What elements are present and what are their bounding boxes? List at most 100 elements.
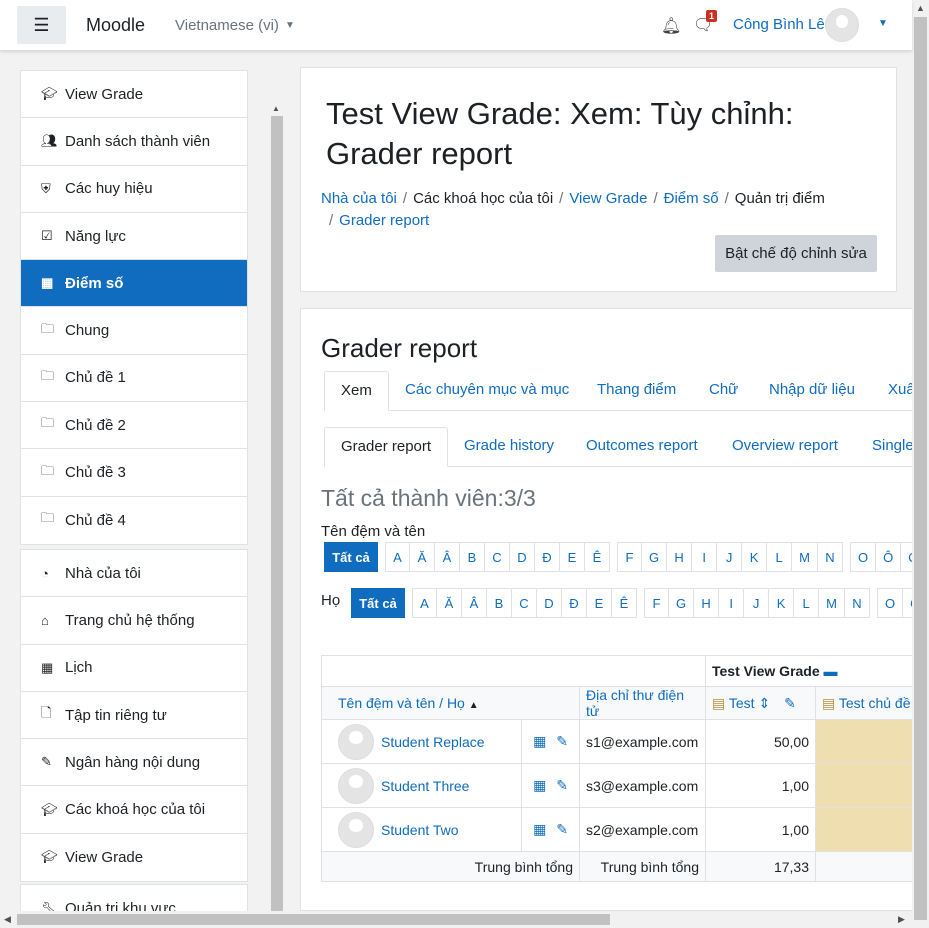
pencil-icon[interactable]: ✎ (556, 821, 568, 837)
student-name-link[interactable]: Student Three (381, 778, 469, 794)
grid-icon[interactable]: ▦ (533, 733, 546, 749)
student-name-link[interactable]: Student Replace (381, 734, 485, 750)
firstname-initial-letter[interactable]: G (642, 542, 668, 572)
student-grade[interactable]: 1,00 (705, 763, 816, 808)
nav-item-group2-0[interactable]: ◔ Nhà của tôi (21, 550, 247, 598)
lastname-initial-letter[interactable]: Ê (612, 588, 637, 618)
column-header-test[interactable]: ▤ Test ⇕ ✎ (705, 686, 816, 720)
grid-icon[interactable]: ▦ (533, 777, 546, 793)
caret-down-icon[interactable]: ▼ (878, 18, 888, 29)
lastname-initial-letter[interactable]: G (669, 588, 695, 618)
menu-toggle-button[interactable]: ☰ (17, 6, 66, 44)
grade-cell-empty[interactable] (815, 763, 912, 808)
nav-item-group2-1[interactable]: ⌂ Trang chủ hệ thống (21, 597, 247, 645)
nav-item-group1-3[interactable]: ☑ Năng lực (21, 213, 247, 261)
breadcrumb-grader-report[interactable]: Grader report (339, 212, 429, 229)
edit-icon[interactable]: ✎ (784, 695, 796, 711)
lastname-initial-letter[interactable]: Ô (903, 588, 912, 618)
firstname-initial-letter[interactable]: Ă (410, 542, 435, 572)
lastname-initial-letter[interactable]: F (644, 588, 669, 618)
pencil-icon[interactable]: ✎ (556, 733, 568, 749)
tab-overview-report[interactable]: Overview report (716, 427, 854, 467)
lastname-initial-letter[interactable]: K (769, 588, 795, 618)
firstname-initial-letter[interactable]: O (849, 542, 877, 572)
lastname-initial-letter[interactable]: M (819, 588, 845, 618)
site-brand[interactable]: Moodle (86, 15, 145, 36)
column-header-name[interactable]: Tên đệm và tên / Họ ▲ (321, 686, 580, 720)
nav-item-group1-7[interactable]: 🗀 Chủ đề 2 (21, 402, 247, 450)
breadcrumb-grades[interactable]: Điểm số (664, 190, 719, 207)
firstname-initial-letter[interactable]: Ô (876, 542, 902, 572)
edit-mode-button[interactable]: Bật chế độ chỉnh sửa (715, 235, 877, 272)
lastname-initial-letter[interactable]: Â (462, 588, 487, 618)
tab-export[interactable]: Xuấ (872, 371, 912, 411)
nav-item-group1-1[interactable]: 👥︎ Danh sách thành viên (21, 118, 247, 166)
firstname-initial-all[interactable]: Tất cả (324, 542, 378, 572)
lastname-initial-letter[interactable]: H (694, 588, 720, 618)
tab-outcomes-report[interactable]: Outcomes report (570, 427, 714, 467)
student-name-link[interactable]: Student Two (381, 822, 459, 838)
firstname-initial-letter[interactable]: D (510, 542, 535, 572)
nav-item-group1-9[interactable]: 🗀 Chủ đề 4 (21, 497, 247, 544)
breadcrumb-home[interactable]: Nhà của tôi (321, 190, 397, 207)
firstname-initial-letter[interactable]: E (560, 542, 585, 572)
drawer-scrollbar[interactable]: ▲▼ (270, 104, 284, 911)
pencil-icon[interactable]: ✎ (556, 777, 568, 793)
nav-item-group2-6[interactable]: 🎓︎ View Grade (21, 834, 247, 881)
collapse-icon[interactable]: ▬ (820, 663, 838, 679)
nav-item-group1-4[interactable]: ▦ Điểm số (21, 260, 247, 308)
nav-item-group2-4[interactable]: ✎ Ngân hàng nội dung (21, 739, 247, 787)
column-header-test-topic[interactable]: ▤ Test chủ đề (815, 686, 912, 720)
tab-view[interactable]: Xem (324, 371, 389, 411)
lastname-initial-all[interactable]: Tất cả (351, 588, 405, 618)
lastname-initial-letter[interactable]: C (512, 588, 537, 618)
tab-categories[interactable]: Các chuyên mục và mục (389, 371, 585, 411)
lastname-initial-letter[interactable]: L (794, 588, 820, 618)
sort-icon[interactable]: ⇕ (758, 695, 770, 711)
nav-item-group2-5[interactable]: 🎓︎ Các khoá học của tôi (21, 786, 247, 834)
lastname-initial-letter[interactable]: D (537, 588, 562, 618)
tab-single-view[interactable]: Single (856, 427, 912, 467)
firstname-initial-letter[interactable]: K (742, 542, 768, 572)
lastname-initial-letter[interactable]: Ă (437, 588, 462, 618)
lastname-initial-letter[interactable]: N (844, 588, 870, 618)
user-name[interactable]: Công Bình Lê (733, 16, 825, 33)
nav-item-group2-3[interactable]: 🗋 Tập tin riêng tư (21, 692, 247, 740)
student-grade[interactable]: 50,00 (705, 719, 816, 764)
firstname-initial-letter[interactable]: L (767, 542, 793, 572)
grid-icon[interactable]: ▦ (533, 821, 546, 837)
lastname-initial-letter[interactable]: E (587, 588, 612, 618)
user-avatar[interactable] (825, 8, 859, 42)
breadcrumb-course[interactable]: View Grade (569, 190, 647, 207)
firstname-initial-letter[interactable]: F (617, 542, 642, 572)
tab-letters[interactable]: Chữ (693, 371, 754, 411)
firstname-initial-letter[interactable]: N (817, 542, 843, 572)
grade-cell-empty[interactable] (815, 719, 912, 764)
firstname-initial-letter[interactable]: A (385, 542, 410, 572)
page-scrollbar-vertical[interactable]: ▲ (912, 0, 929, 928)
firstname-initial-letter[interactable]: Â (435, 542, 460, 572)
tab-scales[interactable]: Thang điểm (581, 371, 692, 411)
firstname-initial-letter[interactable]: Ơ (901, 542, 912, 572)
firstname-initial-letter[interactable]: J (717, 542, 743, 572)
firstname-initial-letter[interactable]: Đ (535, 542, 560, 572)
language-menu[interactable]: Vietnamese (vi) ▼ (175, 17, 295, 34)
nav-item-group3-0[interactable]: 🔧︎ Quản trị khu vực (21, 885, 247, 911)
page-scrollbar-horizontal[interactable]: ◀ ▶ (0, 911, 912, 928)
tab-import[interactable]: Nhập dữ liệu (753, 371, 871, 411)
firstname-initial-letter[interactable]: C (485, 542, 510, 572)
firstname-initial-letter[interactable]: H (667, 542, 693, 572)
lastname-initial-letter[interactable]: Đ (562, 588, 587, 618)
tab-grader-report[interactable]: Grader report (324, 427, 449, 467)
firstname-initial-letter[interactable]: I (692, 542, 718, 572)
nav-item-group1-8[interactable]: 🗀 Chủ đề 3 (21, 449, 247, 497)
tab-grade-history[interactable]: Grade history (448, 427, 570, 467)
nav-item-group1-0[interactable]: 🎓︎ View Grade (21, 71, 247, 119)
firstname-initial-letter[interactable]: B (460, 542, 485, 572)
nav-item-group2-2[interactable]: ▦ Lịch (21, 645, 247, 692)
column-header-email[interactable]: Địa chỉ thư điện tử (579, 686, 706, 720)
lastname-initial-letter[interactable]: J (744, 588, 770, 618)
nav-item-group1-5[interactable]: 🗀 Chung (21, 307, 247, 355)
nav-item-group1-2[interactable]: ⛨ Các huy hiệu (21, 166, 247, 213)
grade-cell-empty[interactable] (815, 807, 912, 852)
